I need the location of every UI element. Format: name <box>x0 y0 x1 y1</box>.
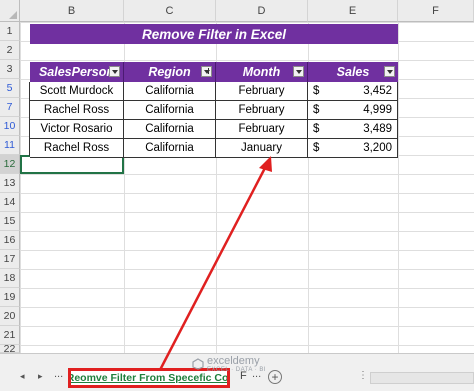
annotation-arrow <box>158 156 272 371</box>
